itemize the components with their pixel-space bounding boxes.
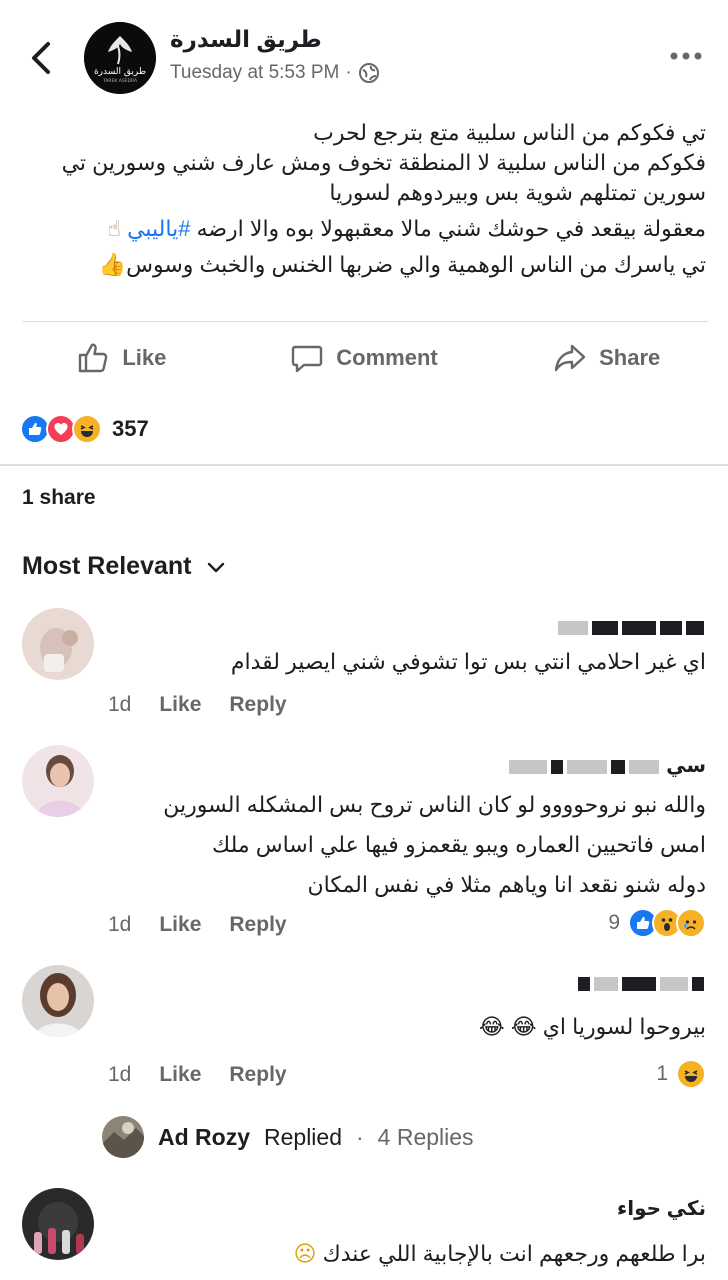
comment-meta: 1d Like Reply xyxy=(108,913,287,937)
comment-reaction-summary[interactable]: 1 xyxy=(656,1059,706,1089)
commenter-name[interactable] xyxy=(576,972,706,995)
avatar-photo-icon xyxy=(22,1188,94,1260)
page-logo-icon: طريق السدرة TAREK ASEDRA xyxy=(84,22,156,94)
comment-meta: 1d Like Reply xyxy=(108,1063,287,1087)
share-button[interactable]: Share xyxy=(485,322,728,394)
thumbs-up-emoji: 👍 xyxy=(98,252,127,277)
avatar-photo-icon xyxy=(22,965,94,1037)
commenter-avatar[interactable] xyxy=(22,1188,94,1260)
commenter-name[interactable]: سي xyxy=(507,753,706,778)
view-replies-link[interactable]: Ad Rozy Replied · 4 Replies xyxy=(102,1116,474,1158)
comment-line: امس فاتحيين العماره ويبو يقعمزو فيها علي… xyxy=(212,832,706,857)
comment-label: Comment xyxy=(336,345,438,370)
replied-verb: Replied xyxy=(264,1123,342,1150)
commenter-avatar[interactable] xyxy=(22,965,94,1037)
comment-sort-dropdown[interactable]: Most Relevant xyxy=(22,552,227,581)
comment-reply-button[interactable]: Reply xyxy=(229,1063,286,1087)
avatar-photo-icon xyxy=(102,1116,144,1158)
post-header: طريق السدرة TAREK ASEDRA طريق السدرة Tue… xyxy=(0,0,728,112)
comment-time: 1d xyxy=(108,693,132,716)
post-timestamp[interactable]: Tuesday at 5:53 PM · xyxy=(170,62,380,84)
page-name[interactable]: طريق السدرة xyxy=(170,26,322,53)
sad-reaction-icon xyxy=(676,908,706,938)
comment-text-body: بيروحوا لسوريا اي xyxy=(542,1014,706,1039)
commenter-name-text: سي xyxy=(666,755,706,777)
comment-reply-button[interactable]: Reply xyxy=(229,693,286,717)
svg-text:طريق السدرة: طريق السدرة xyxy=(94,67,146,77)
comment-line: دوله شنو نقعد انا وياهم مثلا في نفس المك… xyxy=(307,872,706,897)
like-button[interactable]: Like xyxy=(0,322,243,394)
comment-text: بيروحوا لسوريا اي 😂 😂 xyxy=(106,1007,706,1047)
post-line-text: تي ياسرك من الناس الوهمية والي ضربها الخ… xyxy=(126,252,706,277)
share-count[interactable]: 1 share xyxy=(22,486,96,510)
avatar-photo-icon xyxy=(22,608,94,680)
pointing-up-emoji: ☝ xyxy=(107,216,121,241)
share-label: Share xyxy=(599,345,661,370)
replies-separator: · xyxy=(356,1123,364,1150)
more-options-icon[interactable] xyxy=(668,42,704,70)
post-line: تي ياسرك من الناس الوهمية والي ضربها الخ… xyxy=(16,250,706,280)
reaction-summary[interactable]: 357 xyxy=(20,410,149,448)
sort-label: Most Relevant xyxy=(22,552,192,580)
commenter-name[interactable] xyxy=(556,616,706,639)
share-arrow-icon xyxy=(554,344,586,372)
post-line: سورين تمتلهم شوية بس وبيردوهم لسوريا xyxy=(329,180,706,205)
replier-name: Ad Rozy xyxy=(158,1123,250,1150)
comment-text: والله نبو نروحوووو لو كان الناس تروح بس … xyxy=(106,785,706,905)
back-arrow-icon[interactable] xyxy=(26,38,58,78)
post-action-bar: Like Comment Share xyxy=(0,322,728,394)
laughing-emoji: 😂 😂 xyxy=(479,1014,537,1039)
post-line-text: معقولة بيقعد في حوشك شني مالا معقبهولا ب… xyxy=(196,216,706,241)
thumbs-up-icon xyxy=(79,343,108,373)
hashtag-link[interactable]: #ياليبي xyxy=(127,216,190,241)
post-time-text: Tuesday at 5:53 PM xyxy=(170,62,340,83)
comment-time: 1d xyxy=(108,1063,132,1086)
comment-reaction-summary[interactable]: 9 xyxy=(608,908,706,938)
commenter-avatar[interactable] xyxy=(22,745,94,817)
comment-reaction-count: 9 xyxy=(608,911,620,934)
post-body: تي فكوكم من الناس سلبية متع بترجع لحرب ف… xyxy=(16,118,706,280)
replies-count: 4 Replies xyxy=(377,1123,474,1150)
haha-reaction-icon xyxy=(676,1059,706,1089)
svg-text:TAREK ASEDRA: TAREK ASEDRA xyxy=(102,78,138,84)
sad-face-emoji: ☹ xyxy=(293,1241,317,1266)
page-avatar[interactable]: طريق السدرة TAREK ASEDRA xyxy=(84,22,156,94)
reaction-count: 357 xyxy=(112,416,149,441)
chevron-down-icon xyxy=(208,562,225,572)
comment-reply-button[interactable]: Reply xyxy=(229,913,286,937)
replier-avatar xyxy=(102,1116,144,1158)
post-time-separator: · xyxy=(345,62,352,83)
comment-like-button[interactable]: Like xyxy=(159,913,201,937)
globe-icon xyxy=(358,63,379,83)
section-divider xyxy=(0,464,728,466)
post-line: فكوكم من الناس سلبية لا المنطقة تخوف ومش… xyxy=(61,150,706,175)
comment-button[interactable]: Comment xyxy=(243,322,486,394)
commenter-avatar[interactable] xyxy=(22,608,94,680)
comment-time: 1d xyxy=(108,913,132,936)
comment-text: اي غير احلامي انتي بس توا تشوفي شني ايصي… xyxy=(230,649,706,674)
like-label: Like xyxy=(122,345,167,370)
post-line: تي فكوكم من الناس سلبية متع بترجع لحرب xyxy=(313,120,706,145)
comment-icon xyxy=(292,345,323,373)
comment-like-button[interactable]: Like xyxy=(159,693,201,717)
comment-meta: 1d Like Reply xyxy=(108,693,287,717)
post-line: معقولة بيقعد في حوشك شني مالا معقبهولا ب… xyxy=(16,214,706,244)
avatar-photo-icon xyxy=(22,745,94,817)
comment-like-button[interactable]: Like xyxy=(159,1063,201,1087)
commenter-name[interactable]: نكي حواء xyxy=(617,1196,706,1221)
comment-text-body: برا طلعهم ورجعهم انت بالإجابية اللي عندك xyxy=(322,1241,706,1266)
haha-reaction-icon xyxy=(72,414,102,444)
comment-text: برا طلعهم ورجعهم انت بالإجابية اللي عندك… xyxy=(106,1234,707,1274)
comment-reaction-count: 1 xyxy=(656,1062,668,1085)
comment-line: والله نبو نروحوووو لو كان الناس تروح بس … xyxy=(163,792,706,817)
